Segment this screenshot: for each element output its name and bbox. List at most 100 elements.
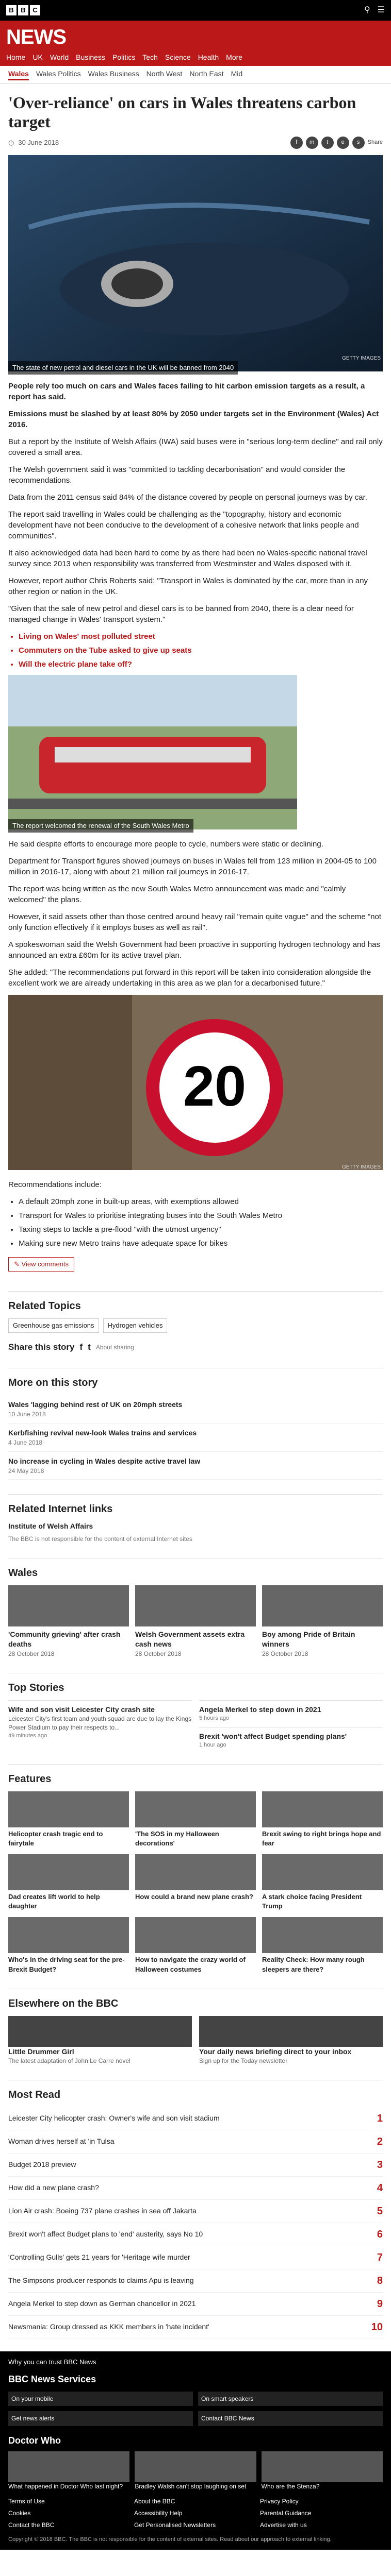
nav-item[interactable]: UK [32,53,42,63]
more-story-heading: More on this story [8,1367,383,1390]
footer-link[interactable]: About the BBC [134,2497,257,2506]
search-icon[interactable]: ⚲ [364,5,370,16]
about-sharing-link[interactable]: About sharing [96,1343,134,1352]
feature-card[interactable]: Helicopter crash tragic end to fairytale [8,1791,129,1848]
most-read-item[interactable]: Lion Air crash: Boeing 737 plane crashes… [8,2200,383,2224]
nav-item[interactable]: Science [165,53,191,63]
most-read-item[interactable]: Newsmania: Group dressed as KKK members … [8,2316,383,2340]
thumb [262,1585,383,1626]
sms-icon[interactable]: s [352,136,365,149]
footer-link[interactable]: Get Personalised Newsletters [134,2521,257,2530]
subnav-item[interactable]: Wales Business [88,69,139,81]
subnav-item[interactable]: North East [189,69,223,81]
internet-link[interactable]: Institute of Welsh Affairs [8,1521,383,1532]
related-link[interactable]: Commuters on the Tube asked to give up s… [19,645,383,656]
service-link[interactable]: Contact BBC News [198,2411,383,2427]
news-brand-title[interactable]: NEWS [6,26,385,48]
footer-link[interactable]: Privacy Policy [260,2497,383,2506]
footer-link[interactable]: Accessibility Help [134,2509,257,2518]
topic-tag[interactable]: Hydrogen vehicles [103,1318,168,1333]
share-story-label: Share this story [8,1342,75,1352]
bbc-logo[interactable]: B B C [6,5,40,15]
most-read-item[interactable]: Woman drives herself at 'in Tulsa 2 [8,2130,383,2154]
most-read-list: Leicester City helicopter crash: Owner's… [8,2107,383,2340]
footer-link[interactable]: Contact the BBC [8,2521,131,2530]
story-card[interactable]: Boy among Pride of Britain winners 28 Oct… [262,1585,383,1658]
twitter-icon[interactable]: t [321,136,334,149]
footer-link[interactable]: Advertise with us [260,2521,383,2530]
service-link[interactable]: On smart speakers [198,2391,383,2406]
top-story[interactable]: Angela Merkel to step down in 2021 5 hour… [199,1700,383,1723]
list-item[interactable]: Wales 'lagging behind rest of UK on 20mp… [8,1395,383,1423]
menu-icon[interactable]: ☰ [378,5,385,16]
nav-item[interactable]: Business [76,53,105,63]
footer-link[interactable]: Terms of Use [8,2497,131,2506]
primary-nav: Home UK World Business Politics Tech Sci… [6,48,385,66]
elsewhere-card[interactable]: Little Drummer Girl The latest adaptation… [8,2015,192,2065]
feature-card[interactable]: A stark choice facing President Trump [262,1854,383,1911]
secondary-nav: Wales Wales Politics Wales Business Nort… [0,66,391,84]
share-label[interactable]: Share [368,137,383,149]
messenger-icon[interactable]: m [305,136,318,149]
dw-card[interactable]: Who are the Stenza? [261,2451,383,2491]
service-link[interactable]: On your mobile [8,2391,193,2406]
facebook-icon[interactable]: f [290,136,303,149]
most-read-item[interactable]: 'Controlling Gulls' gets 21 years for 'H… [8,2246,383,2270]
most-read-item[interactable]: How did a new plane crash? 4 [8,2177,383,2200]
most-read-item[interactable]: Angela Merkel to step down as German cha… [8,2293,383,2316]
nav-item[interactable]: World [50,53,69,63]
nav-item[interactable]: More [226,53,242,63]
why-trust-link[interactable]: Why you can trust BBC News [8,2358,383,2367]
train-photo [8,674,297,829]
share-tools: f m t e s Share [290,136,383,149]
list-item[interactable]: No increase in cycling in Wales despite … [8,1452,383,1480]
subnav-item[interactable]: Mid [231,69,243,81]
most-read-item[interactable]: Budget 2018 preview 3 [8,2154,383,2177]
dw-card[interactable]: Bradley Walsh can't stop laughing on set [135,2451,256,2491]
footer-link[interactable]: Cookies [8,2509,131,2518]
service-link[interactable]: Get news alerts [8,2411,193,2427]
most-read-item[interactable]: Brexit won't affect Budget plans to 'end… [8,2223,383,2247]
subnav-item-wales[interactable]: Wales [8,69,29,81]
subnav-item[interactable]: Wales Politics [36,69,81,81]
wales-heading[interactable]: Wales [8,1557,383,1580]
nav-item[interactable]: Health [198,53,219,63]
view-comments-button[interactable]: ✎ View comments [8,1257,75,1272]
top-story[interactable]: Wife and son visit Leicester City crash … [8,1700,192,1750]
dw-card[interactable]: What happened in Doctor Who last night? [8,2451,130,2491]
topic-tag[interactable]: Greenhouse gas emissions [8,1318,99,1333]
list-item[interactable]: Kerbfishing revival new-look Wales train… [8,1423,383,1452]
article-meta: ◷ 30 June 2018 f m t e s Share [8,136,383,149]
related-link[interactable]: Will the electric plane take off? [19,659,383,670]
nav-item[interactable]: Tech [142,53,158,63]
top-story[interactable]: Brexit 'won't affect Budget spending pla… [199,1726,383,1750]
share-story: Share this story f t About sharing [8,1341,383,1353]
nav-item[interactable]: Politics [112,53,135,63]
facebook-icon[interactable]: f [80,1341,83,1353]
email-icon[interactable]: e [336,136,349,149]
feature-card[interactable]: How could a brand new plane crash? [135,1854,256,1911]
story-card[interactable]: 'Community grieving' after crash deaths 2… [8,1585,129,1658]
related-link[interactable]: Living on Wales' most polluted street [19,631,383,642]
feature-card[interactable]: How to navigate the crazy world of Hallo… [135,1917,256,1974]
elsewhere-card[interactable]: Your daily news briefing direct to your … [199,2015,383,2065]
most-read-item[interactable]: Leicester City helicopter crash: Owner's… [8,2107,383,2131]
nav-item[interactable]: Home [6,53,25,63]
subnav-item[interactable]: North West [146,69,183,81]
bbc-masthead: B B C ⚲ ☰ [0,0,391,21]
most-read-item[interactable]: The Simpsons producer responds to claims… [8,2269,383,2293]
feature-card[interactable]: Reality Check: How many rough sleepers a… [262,1917,383,1974]
twitter-icon[interactable]: t [88,1341,91,1353]
thumb [8,1585,129,1626]
footer-link[interactable]: Parental Guidance [260,2509,383,2518]
feature-card[interactable]: Dad creates lift world to help daughter [8,1854,129,1911]
footer-links: Terms of Use About the BBC Privacy Polic… [8,2497,383,2529]
paragraph: It also acknowledged data had been hard … [8,548,367,568]
story-card[interactable]: Welsh Government assets extra cash news 2… [135,1585,256,1658]
feature-card[interactable]: Who's in the driving seat for the pre-Br… [8,1917,129,1974]
image-caption: The state of new petrol and diesel cars … [8,361,238,375]
feature-card[interactable]: Brexit swing to right brings hope and fe… [262,1791,383,1848]
feature-card[interactable]: 'The SOS in my Halloween decorations' [135,1791,256,1848]
speed-sign-photo: 20 [8,994,383,1170]
article-headline: 'Over-reliance' on cars in Wales threate… [8,93,356,131]
